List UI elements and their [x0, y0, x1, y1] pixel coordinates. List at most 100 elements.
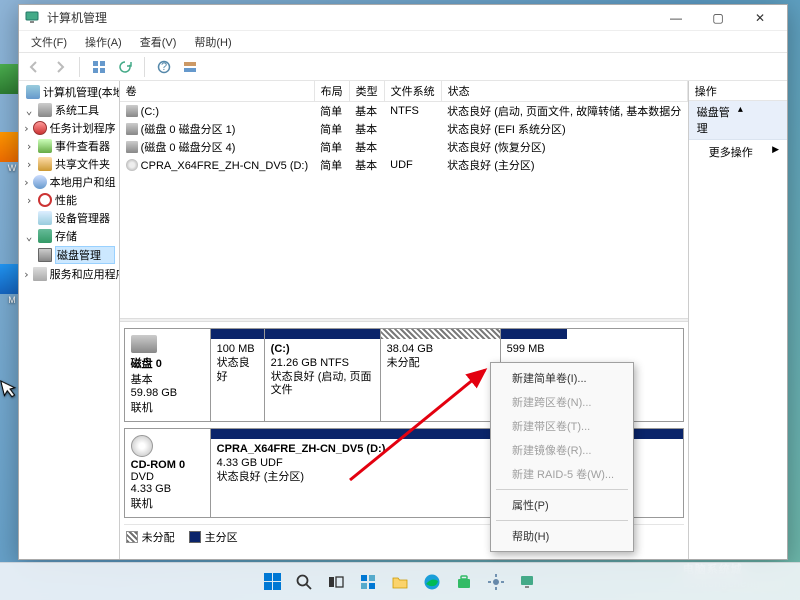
- collapse-icon[interactable]: ⌄: [23, 230, 35, 243]
- actions-section[interactable]: 磁盘管理▴: [689, 101, 787, 140]
- expand-icon[interactable]: ›: [23, 140, 35, 153]
- expand-icon[interactable]: ›: [23, 122, 30, 135]
- ctx-properties[interactable]: 属性(P): [494, 493, 630, 517]
- search-button[interactable]: [292, 570, 316, 594]
- start-button[interactable]: [260, 570, 284, 594]
- services-icon: [33, 267, 47, 281]
- tree-storage[interactable]: ⌄存储: [21, 227, 117, 245]
- view-icons-button[interactable]: [88, 56, 110, 78]
- tree-local-users[interactable]: ›本地用户和组: [21, 173, 117, 191]
- maximize-button[interactable]: ▢: [697, 5, 739, 31]
- event-icon: [38, 139, 52, 153]
- partition[interactable]: 100 MB状态良好: [211, 329, 265, 421]
- partition-name: (C:): [271, 343, 290, 355]
- ctx-help[interactable]: 帮助(H): [494, 524, 630, 548]
- chevron-up-icon: ▴: [738, 104, 779, 136]
- partition-size: 38.04 GB: [387, 343, 433, 355]
- svg-text:?: ?: [161, 61, 167, 73]
- settings-icon[interactable]: [484, 570, 508, 594]
- partition-unallocated[interactable]: 38.04 GB 未分配: [381, 329, 501, 421]
- edge-button[interactable]: [420, 570, 444, 594]
- volume-list[interactable]: 卷 布局 类型 文件系统 状态 (C:)简单基本NTFS状态良好 (启动, 页面…: [120, 81, 688, 318]
- tree-task-scheduler[interactable]: ›任务计划程序: [21, 119, 117, 137]
- volume-fs: [384, 138, 441, 156]
- disk-header[interactable]: CD-ROM 0 DVD 4.33 GB 联机: [125, 429, 211, 517]
- separator: [144, 57, 145, 77]
- taskview-button[interactable]: [324, 570, 348, 594]
- refresh-button[interactable]: [114, 56, 136, 78]
- tree-shared-folders[interactable]: › 共享文件夹: [21, 155, 117, 173]
- back-button[interactable]: [23, 56, 45, 78]
- menu-action[interactable]: 操作(A): [77, 31, 130, 52]
- disk-kind: DVD: [131, 471, 154, 483]
- tree-performance[interactable]: ›性能: [21, 191, 117, 209]
- col-type[interactable]: 类型: [349, 81, 384, 102]
- volume-layout: 简单: [314, 138, 349, 156]
- menu-help[interactable]: 帮助(H): [186, 31, 239, 52]
- volume-row[interactable]: CPRA_X64FRE_ZH-CN_DV5 (D:)简单基本UDF状态良好 (主…: [120, 156, 688, 174]
- col-fs[interactable]: 文件系统: [384, 81, 441, 102]
- chevron-right-icon: ▶: [772, 144, 779, 155]
- separator: [496, 489, 628, 490]
- tree-event-viewer[interactable]: › 事件查看器: [21, 137, 117, 155]
- expand-icon[interactable]: ›: [23, 176, 30, 189]
- forward-button[interactable]: [49, 56, 71, 78]
- computer-icon: [26, 85, 40, 99]
- widgets-button[interactable]: [356, 570, 380, 594]
- store-button[interactable]: [452, 570, 476, 594]
- col-status[interactable]: 状态: [441, 81, 687, 102]
- ctx-new-striped-volume: 新建带区卷(T)...: [494, 414, 630, 438]
- col-layout[interactable]: 布局: [314, 81, 349, 102]
- storage-icon: [38, 229, 52, 243]
- taskbar[interactable]: [0, 562, 800, 600]
- explorer-button[interactable]: [388, 570, 412, 594]
- volume-type: 基本: [349, 120, 384, 138]
- tree-services[interactable]: ›服务和应用程序: [21, 265, 117, 283]
- disk-size: 4.33 GB: [131, 483, 171, 495]
- volume-row[interactable]: (磁盘 0 磁盘分区 4)简单基本状态良好 (恢复分区): [120, 138, 688, 156]
- partition-status: 未分配: [387, 357, 420, 369]
- minimize-button[interactable]: —: [655, 5, 697, 31]
- titlebar[interactable]: 计算机管理 — ▢ ✕: [19, 5, 787, 31]
- context-menu: 新建简单卷(I)... 新建跨区卷(N)... 新建带区卷(T)... 新建镜像…: [490, 362, 634, 552]
- disk-header[interactable]: 磁盘 0 基本 59.98 GB 联机: [125, 329, 211, 421]
- actions-pane: 操作 磁盘管理▴ 更多操作▶: [689, 81, 787, 559]
- expand-icon[interactable]: ›: [23, 158, 35, 171]
- node-label: 系统工具: [55, 102, 115, 118]
- expand-icon[interactable]: ›: [23, 268, 30, 281]
- partition-size: 4.33 GB UDF: [217, 457, 283, 469]
- node-label: 共享文件夹: [55, 156, 115, 172]
- volume-layout: 简单: [314, 102, 349, 121]
- node-label: 计算机管理(本地): [43, 84, 120, 100]
- expand-icon[interactable]: ›: [23, 194, 35, 207]
- col-volume[interactable]: 卷: [120, 81, 314, 102]
- partition-size: 599 MB: [507, 343, 545, 355]
- volume-status: 状态良好 (恢复分区): [441, 138, 687, 156]
- disc-icon: [126, 159, 138, 171]
- ctx-new-simple-volume[interactable]: 新建简单卷(I)...: [494, 366, 630, 390]
- tree-device-manager[interactable]: 设备管理器: [21, 209, 117, 227]
- volume-fs: UDF: [384, 156, 441, 174]
- volume-row[interactable]: (C:)简单基本NTFS状态良好 (启动, 页面文件, 故障转储, 基本数据分: [120, 102, 688, 121]
- node-label: 事件查看器: [55, 138, 115, 154]
- close-button[interactable]: ✕: [739, 5, 781, 31]
- menu-file[interactable]: 文件(F): [23, 31, 75, 52]
- partition[interactable]: (C:)21.26 GB NTFS状态良好 (启动, 页面文件: [265, 329, 381, 421]
- help-button[interactable]: ?: [153, 56, 175, 78]
- disk-title: 磁盘 0: [131, 358, 162, 370]
- volume-row[interactable]: (磁盘 0 磁盘分区 1)简单基本状态良好 (EFI 系统分区): [120, 120, 688, 138]
- partition-size: 100 MB: [217, 343, 255, 355]
- volume-name: (磁盘 0 磁盘分区 4): [141, 142, 236, 154]
- collapse-icon[interactable]: ⌄: [23, 104, 35, 117]
- menu-view[interactable]: 查看(V): [132, 31, 185, 52]
- nav-tree: 计算机管理(本地) ⌄ 系统工具 ›任务计划程序 › 事件查看器 › 共享文件夹 ›本…: [19, 81, 120, 559]
- users-icon: [33, 175, 47, 189]
- volume-status: 状态良好 (启动, 页面文件, 故障转储, 基本数据分: [441, 102, 687, 121]
- settings-button[interactable]: [179, 56, 201, 78]
- tree-root[interactable]: 计算机管理(本地): [21, 83, 117, 101]
- tree-disk-management[interactable]: 磁盘管理: [21, 245, 117, 265]
- more-actions-button[interactable]: 更多操作▶: [689, 140, 787, 164]
- app-taskbar-icon[interactable]: [516, 570, 540, 594]
- volume-name: CPRA_X64FRE_ZH-CN_DV5 (D:): [141, 160, 308, 172]
- tree-system-tools[interactable]: ⌄ 系统工具: [21, 101, 117, 119]
